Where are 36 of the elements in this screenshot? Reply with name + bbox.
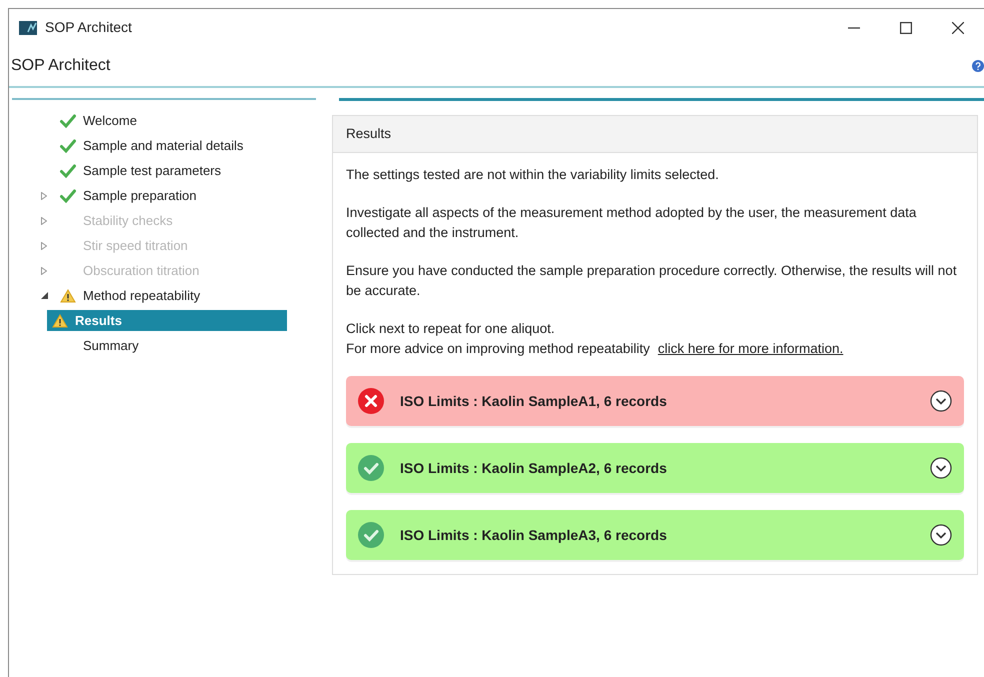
paragraph: Click next to repeat for one aliquot.	[346, 320, 556, 338]
paragraph: Investigate all aspects of the measurement method adopted by the user, the measurement data collected and the instrument.	[346, 204, 918, 242]
expand-chevron-icon[interactable]	[930, 524, 952, 546]
tree-item[interactable]: Sample preparation	[81, 184, 198, 206]
info-link[interactable]: click here for more information.	[658, 339, 844, 360]
expand-chevron-icon[interactable]	[930, 390, 952, 412]
check-icon	[60, 164, 76, 178]
tree-item[interactable]: Summary	[81, 334, 141, 356]
success-icon	[358, 522, 384, 548]
tree-item[interactable]: Sample and material details	[81, 134, 246, 156]
panel-title: Results	[346, 126, 392, 141]
check-icon	[60, 188, 76, 202]
result-row[interactable]: ISO Limits : Kaolin SampleA2, 6 records	[346, 443, 964, 494]
help-icon[interactable]	[972, 60, 984, 72]
warning-icon	[60, 288, 76, 302]
paragraph: For more advice on improving method repeatability	[346, 340, 650, 358]
tree-item[interactable]: Sample test parameters	[81, 160, 224, 182]
check-icon	[60, 138, 76, 152]
paragraph: The settings tested are not within the variability limits selected.	[346, 166, 720, 184]
success-icon	[358, 455, 384, 482]
app-header-title: SOP Architect	[11, 56, 112, 76]
check-icon	[60, 114, 76, 128]
tree-item[interactable]: Method repeatability	[81, 284, 202, 306]
tree-item[interactable]: Welcome	[81, 110, 139, 132]
tree-item[interactable]: Results	[47, 310, 287, 332]
warning-icon	[52, 314, 68, 328]
expand-chevron-icon[interactable]	[930, 457, 952, 480]
expand-arrow-icon[interactable]	[41, 192, 47, 200]
error-icon	[358, 388, 384, 414]
app-logo-icon	[19, 20, 37, 34]
maximize-icon[interactable]	[900, 22, 912, 34]
paragraph: Ensure you have conducted the sample preparation procedure correctly. Otherwise, the results will not be accurate.	[346, 262, 958, 300]
result-row[interactable]: ISO Limits : Kaolin SampleA3, 6 records	[346, 510, 964, 560]
close-icon[interactable]	[952, 22, 964, 34]
window-title: SOP Architect	[45, 18, 132, 37]
collapse-arrow-icon[interactable]	[40, 292, 48, 299]
